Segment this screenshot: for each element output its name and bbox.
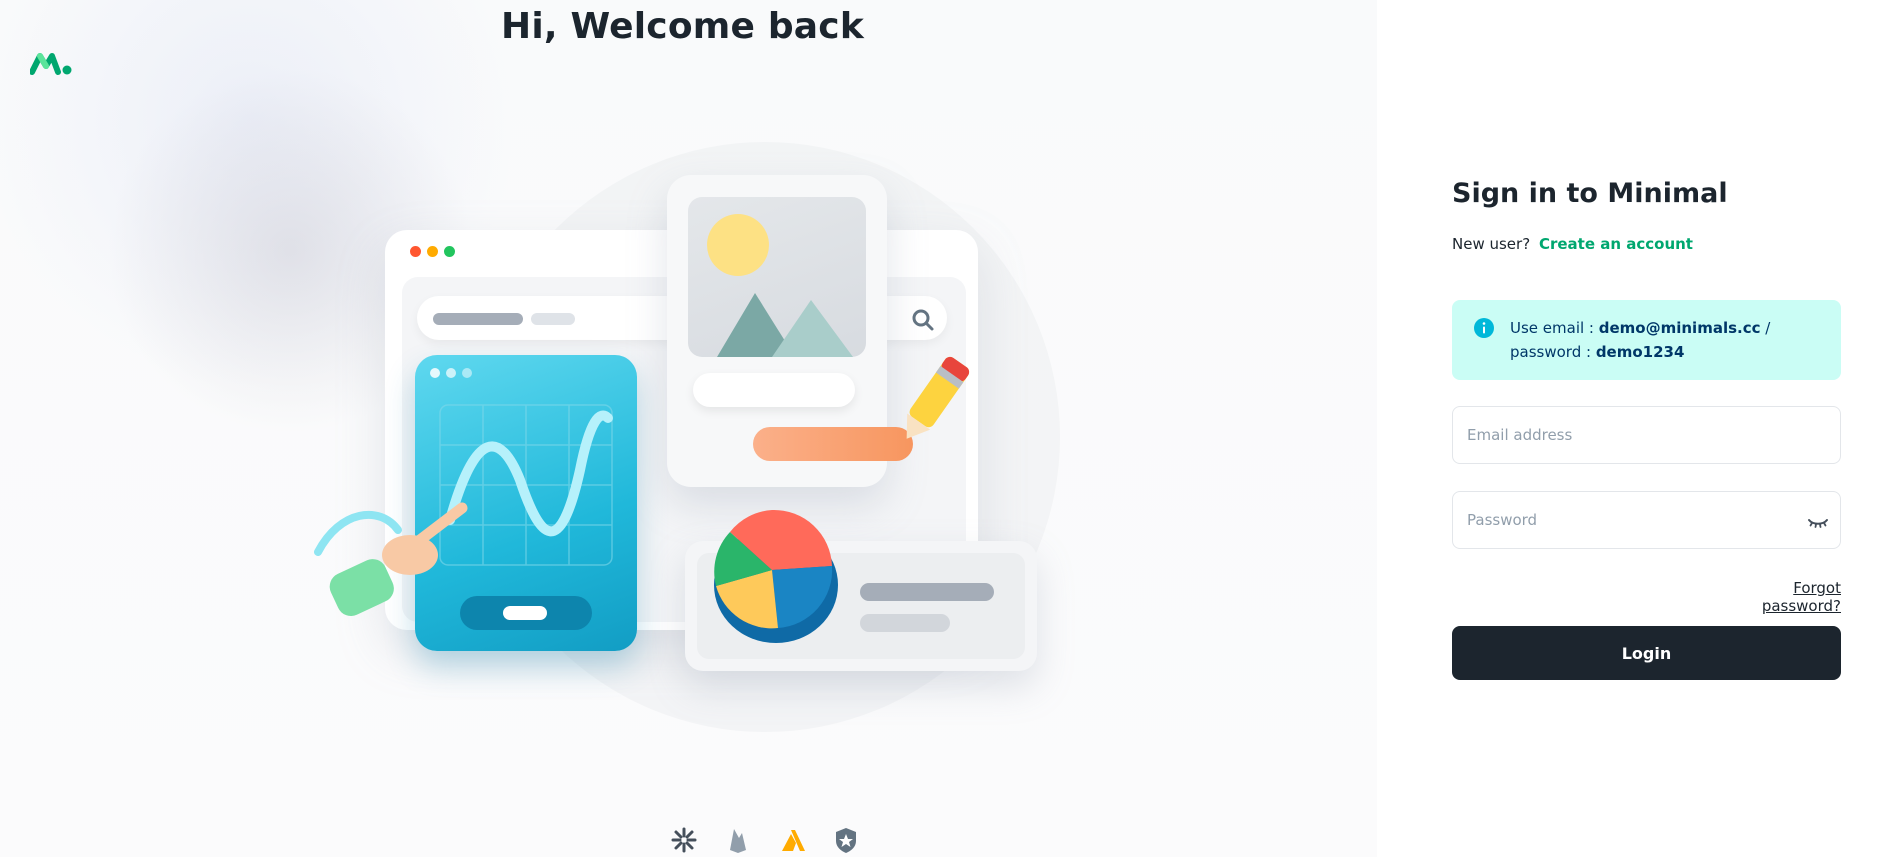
pencil-icon (906, 356, 970, 439)
demo-password: demo1234 (1595, 343, 1685, 361)
jwt-icon[interactable] (670, 826, 698, 854)
eye-closed-icon[interactable] (1806, 510, 1830, 534)
alert-prefix: Use email : (1510, 319, 1599, 337)
create-account-link[interactable]: Create an account (1539, 235, 1693, 253)
signin-title: Sign in to Minimal (1452, 178, 1728, 209)
pie-chart-icon (714, 509, 838, 643)
amplify-icon[interactable] (778, 826, 806, 854)
hero-panel: Hi, Welcome back (0, 0, 1377, 857)
auth-provider-icons (0, 826, 1377, 854)
login-button[interactable]: Login (1452, 626, 1841, 680)
new-user-text: New user? Create an account (1452, 235, 1693, 253)
info-icon (1474, 318, 1494, 338)
auth0-icon[interactable] (832, 826, 860, 854)
password-field[interactable] (1452, 491, 1841, 549)
firebase-icon[interactable] (724, 826, 752, 854)
demo-email: demo@minimals.cc (1598, 319, 1761, 337)
alert-message: Use email : demo@minimals.cc / password … (1510, 316, 1830, 364)
illustration-art (314, 293, 970, 643)
mountain-icon (717, 293, 853, 357)
new-user-prefix: New user? (1452, 235, 1531, 253)
email-input[interactable] (1467, 407, 1797, 463)
forgot-password-link[interactable]: Forgot password? (1712, 579, 1841, 615)
email-field[interactable] (1452, 406, 1841, 464)
wave-line (445, 410, 613, 537)
magnifier-icon (912, 309, 934, 331)
password-input[interactable] (1467, 492, 1797, 548)
